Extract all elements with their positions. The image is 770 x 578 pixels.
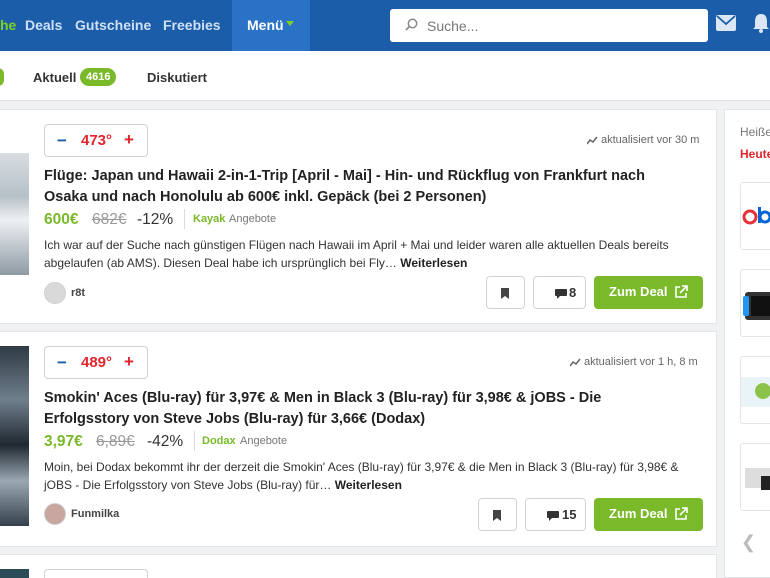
deal-price: 600€: [44, 211, 79, 228]
deal-temperature: 489°: [81, 354, 113, 371]
comment-icon: [555, 289, 567, 299]
sidebar-deal-tile[interactable]: [740, 182, 770, 250]
deal-description: Moin, bei Dodax bekommt ihr der derzeit …: [44, 458, 704, 494]
vote-up-button[interactable]: +: [124, 130, 134, 150]
menu-label: Menü: [247, 17, 284, 33]
comments-button[interactable]: 8: [533, 276, 586, 309]
top-navigation: he Deals Gutscheine Freebies Menü Suche.…: [0, 0, 770, 51]
read-more-link[interactable]: Weiterlesen: [400, 256, 467, 270]
avatar[interactable]: [44, 282, 66, 304]
vote-up-button[interactable]: +: [124, 352, 134, 372]
sidebar-deal-tile[interactable]: [740, 356, 770, 424]
comment-count: 15: [562, 507, 577, 522]
username[interactable]: Funmilka: [71, 508, 119, 520]
comment-icon: [547, 511, 559, 521]
username[interactable]: r8t: [71, 287, 85, 299]
deal-temperature: 473°: [81, 132, 113, 149]
avatar[interactable]: [44, 503, 66, 525]
chevron-left-icon[interactable]: ❮: [741, 532, 756, 553]
tab-indicator[interactable]: [0, 68, 4, 86]
sub-navigation: Aktuell 4616 Diskutiert: [0, 51, 770, 101]
tab-aktuell[interactable]: Aktuell: [33, 70, 76, 85]
nav-item-freebies[interactable]: Freebies: [163, 17, 221, 33]
updated-info: aktualisiert vor 30 m: [586, 134, 700, 146]
vote-widget: − 489° +: [44, 346, 148, 379]
search-placeholder: Suche...: [427, 18, 479, 34]
bookmark-button[interactable]: [486, 276, 525, 309]
sidebar-deal-tile[interactable]: [740, 443, 770, 511]
divider: [184, 209, 185, 229]
updated-text: aktualisiert vor 30 m: [601, 134, 700, 146]
deal-discount: -12%: [137, 211, 174, 228]
deal-discount: -42%: [147, 433, 184, 450]
vote-widget: − 473° +: [44, 124, 148, 157]
tab-aktuell-count-badge: 4616: [80, 68, 117, 86]
sidebar-deal-tile[interactable]: [740, 269, 770, 337]
merchant-link[interactable]: Kayak: [193, 213, 225, 225]
bookmark-icon: [493, 510, 501, 521]
deal-price: 3,97€: [44, 433, 83, 450]
bookmark-icon: [501, 288, 509, 299]
sidebar-subtitle[interactable]: Heute: [740, 147, 770, 161]
chevron-down-icon: [286, 21, 294, 26]
product-image-icon: [741, 377, 770, 407]
deal-thumbnail[interactable]: [0, 346, 29, 526]
bell-icon[interactable]: [750, 12, 770, 34]
search-icon: [405, 18, 418, 31]
menu-button[interactable]: Menü: [232, 0, 310, 51]
trend-icon: [586, 136, 598, 145]
deal-title[interactable]: Flüge: Japan und Hawaii 2-in-1-Trip [Apr…: [44, 166, 684, 208]
comment-count: 8: [569, 285, 577, 300]
updated-text: aktualisiert vor 1 h, 8 m: [584, 356, 698, 368]
deal-old-price: 6,89€: [96, 433, 135, 450]
deal-card: − 473° + aktualisiert vor 30 m Flüge: Ja…: [0, 109, 717, 324]
go-to-deal-label: Zum Deal: [609, 284, 668, 299]
vote-widget: [44, 569, 148, 578]
ebay-logo-icon: [742, 207, 770, 225]
comments-button[interactable]: 15: [525, 498, 586, 531]
search-input[interactable]: Suche...: [390, 9, 708, 42]
deal-thumbnail[interactable]: [0, 153, 29, 275]
nav-item-gutscheine[interactable]: Gutscheine: [75, 17, 151, 33]
divider: [194, 431, 195, 451]
vote-down-button[interactable]: −: [57, 131, 67, 151]
sidebar-title: Heiße: [740, 125, 770, 139]
go-to-deal-button[interactable]: Zum Deal: [594, 276, 703, 309]
go-to-deal-button[interactable]: Zum Deal: [594, 498, 703, 531]
hot-deals-sidebar: Heiße Heute ❮: [724, 109, 770, 578]
external-link-icon: [675, 285, 688, 298]
vote-down-button[interactable]: −: [57, 353, 67, 373]
merchant-suffix: Angebote: [229, 213, 277, 225]
mail-icon[interactable]: [716, 15, 736, 31]
bookmark-button[interactable]: [478, 498, 517, 531]
description-text: Ich war auf der Suche nach günstigen Flü…: [44, 238, 669, 270]
updated-info: aktualisiert vor 1 h, 8 m: [569, 356, 698, 368]
deal-card: − 489° + aktualisiert vor 1 h, 8 m Smoki…: [0, 331, 717, 547]
merchant-suffix: Angebote: [240, 435, 288, 447]
deal-title[interactable]: Smokin' Aces (Blu-ray) für 3,97€ & Men i…: [44, 388, 684, 430]
merchant-link[interactable]: Dodax: [202, 435, 236, 447]
external-link-icon: [675, 507, 688, 520]
deal-old-price: 682€: [92, 211, 127, 228]
trend-icon: [569, 358, 581, 367]
game-console-icon: [743, 292, 770, 320]
deal-card: [0, 554, 717, 578]
tab-diskutiert[interactable]: Diskutiert: [147, 70, 207, 85]
go-to-deal-label: Zum Deal: [609, 506, 668, 521]
nav-item-deals[interactable]: Deals: [25, 17, 62, 33]
read-more-link[interactable]: Weiterlesen: [335, 478, 402, 492]
deal-description: Ich war auf der Suche nach günstigen Flü…: [44, 236, 704, 272]
deal-thumbnail[interactable]: [0, 569, 29, 578]
product-image-icon: [745, 468, 770, 490]
nav-item-partial[interactable]: he: [0, 17, 16, 33]
